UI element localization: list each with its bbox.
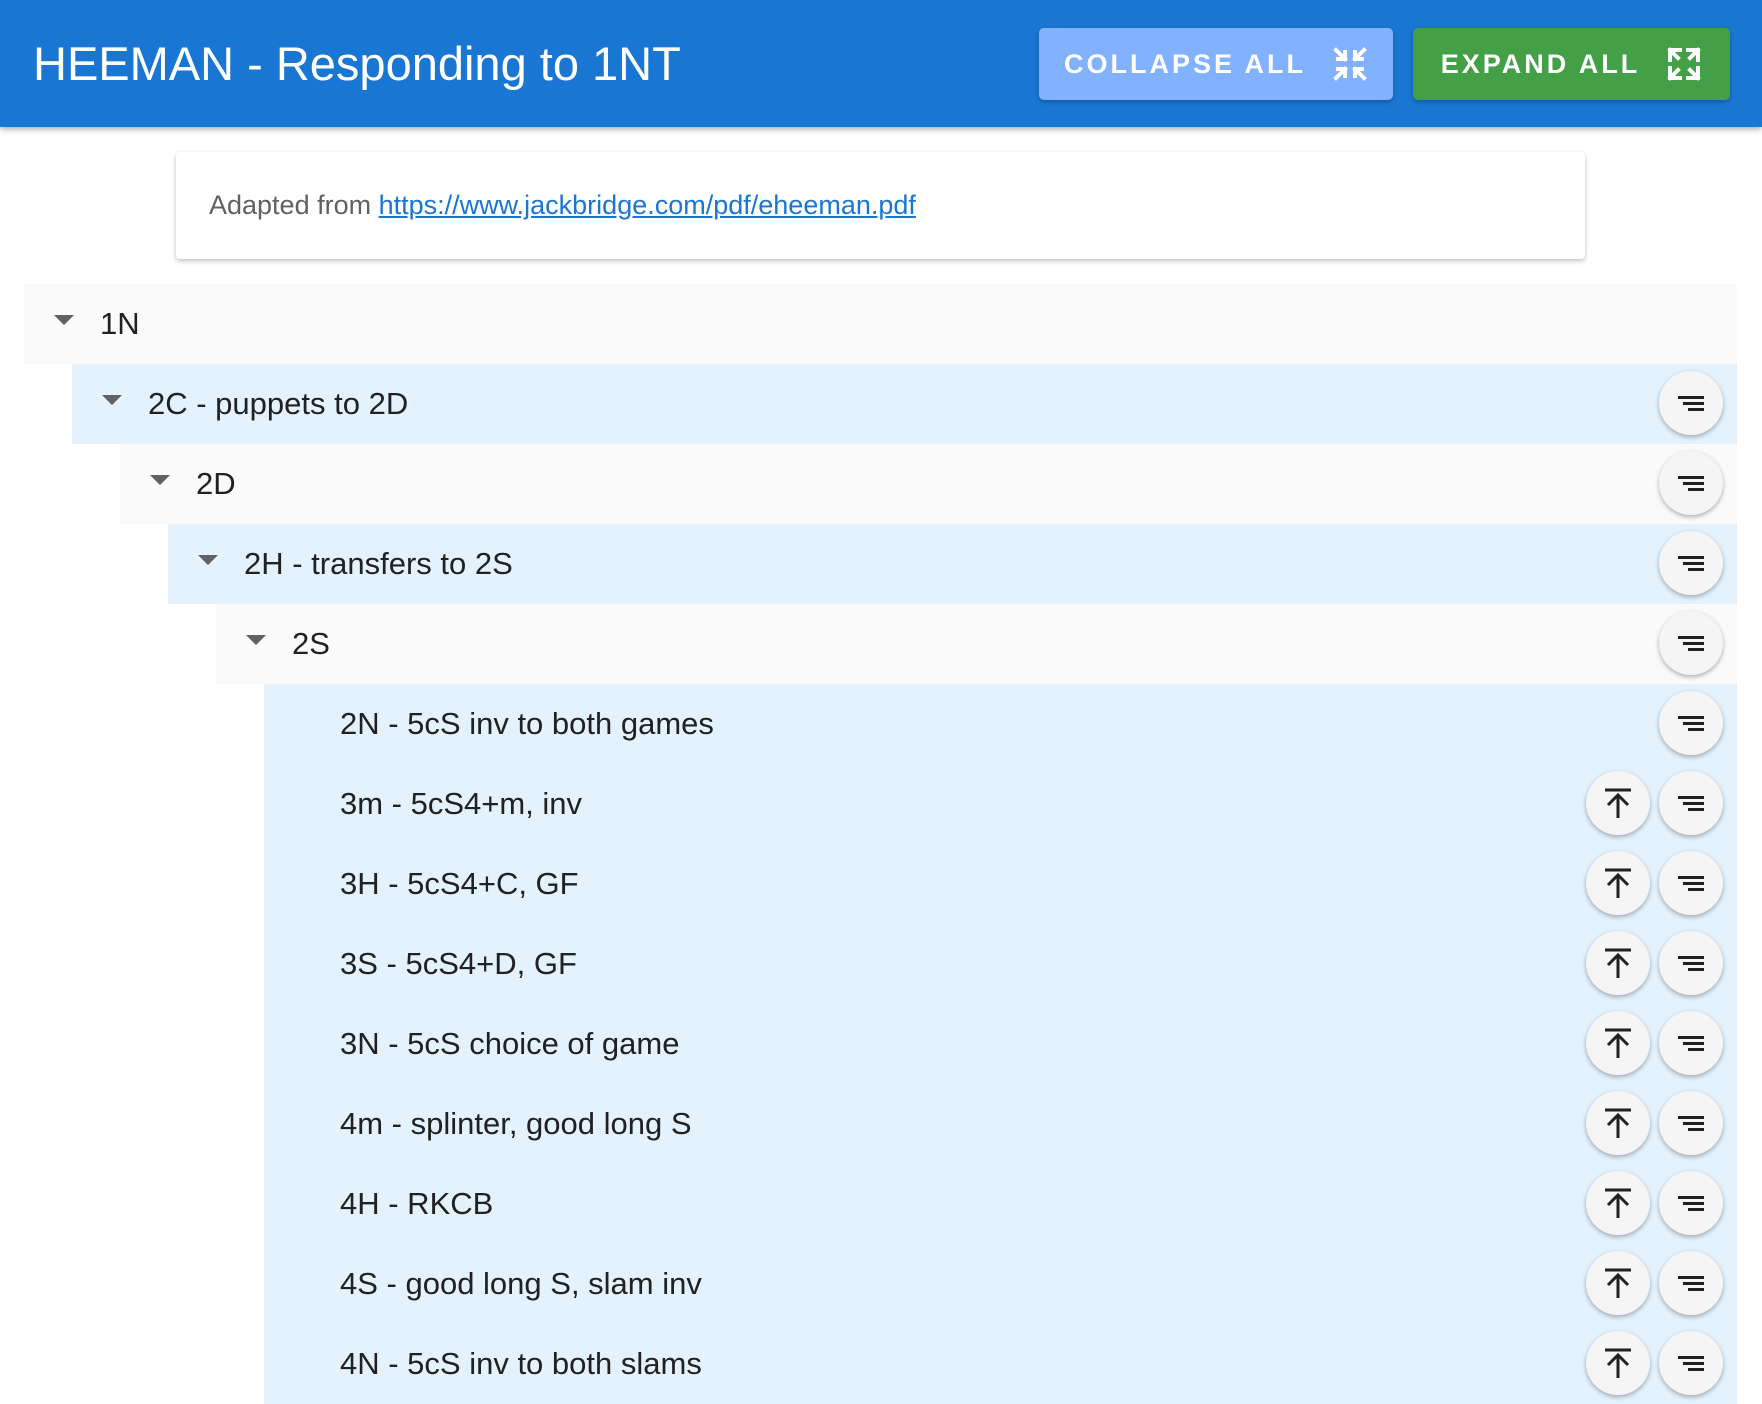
tree-row-label: 4S - good long S, slam inv	[340, 1266, 702, 1301]
tree-row[interactable]: 3S - 5cS4+D, GF	[264, 924, 1737, 1004]
tree-row-label: 2D	[196, 466, 236, 501]
row-menu-button[interactable]	[1659, 1091, 1723, 1155]
arrow-to-top-icon	[1603, 947, 1633, 979]
row-menu-button[interactable]	[1659, 771, 1723, 835]
row-menu-button[interactable]	[1659, 1011, 1723, 1075]
sort-lines-icon	[1678, 1353, 1704, 1373]
row-menu-button[interactable]	[1659, 851, 1723, 915]
tree-row-label: 4m - splinter, good long S	[340, 1106, 692, 1141]
collapse-all-label: COLLAPSE ALL	[1064, 48, 1306, 79]
arrow-to-top-icon	[1603, 1347, 1633, 1379]
tree-row-label: 3S - 5cS4+D, GF	[340, 946, 577, 981]
row-to-top-button[interactable]	[1586, 931, 1650, 995]
expand-all-button[interactable]: EXPAND ALL	[1413, 28, 1730, 100]
collapse-all-button[interactable]: COLLAPSE ALL	[1039, 28, 1393, 100]
row-menu-button[interactable]	[1659, 1331, 1723, 1395]
sort-lines-icon	[1678, 953, 1704, 973]
tree-row[interactable]: 4H - RKCB	[264, 1164, 1737, 1244]
sort-lines-icon	[1678, 1273, 1704, 1293]
collapse-arrows-icon	[1333, 47, 1367, 81]
sort-lines-icon	[1678, 1033, 1704, 1053]
caret-down-icon[interactable]	[54, 315, 74, 325]
arrow-to-top-icon	[1603, 1107, 1633, 1139]
app-header: HEEMAN - Responding to 1NT COLLAPSE ALL …	[0, 0, 1762, 127]
tree-row[interactable]: 2H - transfers to 2S	[168, 524, 1737, 604]
tree-row[interactable]: 3m - 5cS4+m, inv	[264, 764, 1737, 844]
source-prefix: Adapted from	[209, 190, 372, 220]
tree-row-label: 3H - 5cS4+C, GF	[340, 866, 579, 901]
row-to-top-button[interactable]	[1586, 1331, 1650, 1395]
row-menu-button[interactable]	[1659, 1171, 1723, 1235]
tree-row-label: 4H - RKCB	[340, 1186, 494, 1221]
tree-row[interactable]: 3N - 5cS choice of game	[264, 1004, 1737, 1084]
sort-lines-icon	[1678, 473, 1704, 493]
tree-row-label: 4N - 5cS inv to both slams	[340, 1346, 702, 1381]
row-to-top-button[interactable]	[1586, 1011, 1650, 1075]
tree-row[interactable]: 4N - 5cS inv to both slams	[264, 1324, 1737, 1404]
source-link[interactable]: https://www.jackbridge.com/pdf/eheeman.p…	[379, 190, 916, 221]
sort-lines-icon	[1678, 1193, 1704, 1213]
row-menu-button[interactable]	[1659, 531, 1723, 595]
sort-lines-icon	[1678, 713, 1704, 733]
row-menu-button[interactable]	[1659, 931, 1723, 995]
tree-row[interactable]: 4m - splinter, good long S	[264, 1084, 1737, 1164]
arrow-to-top-icon	[1603, 867, 1633, 899]
row-to-top-button[interactable]	[1586, 1091, 1650, 1155]
expand-all-label: EXPAND ALL	[1440, 48, 1641, 79]
arrow-to-top-icon	[1603, 1027, 1633, 1059]
row-to-top-button[interactable]	[1586, 771, 1650, 835]
source-info-card: Adapted from https://www.jackbridge.com/…	[176, 152, 1585, 259]
caret-down-icon[interactable]	[198, 555, 218, 565]
row-to-top-button[interactable]	[1586, 1171, 1650, 1235]
row-menu-button[interactable]	[1659, 371, 1723, 435]
sort-lines-icon	[1678, 1113, 1704, 1133]
arrow-to-top-icon	[1603, 787, 1633, 819]
arrow-to-top-icon	[1603, 1187, 1633, 1219]
row-to-top-button[interactable]	[1586, 1251, 1650, 1315]
tree-row[interactable]: 1N	[24, 284, 1737, 364]
arrow-to-top-icon	[1603, 1267, 1633, 1299]
tree-row[interactable]: 2N - 5cS inv to both games	[264, 684, 1737, 764]
tree-row[interactable]: 2C - puppets to 2D	[72, 364, 1737, 444]
sort-lines-icon	[1678, 793, 1704, 813]
tree-row-label: 2C - puppets to 2D	[148, 386, 409, 421]
tree-row-label: 2N - 5cS inv to both games	[340, 706, 714, 741]
tree-row-label: 3m - 5cS4+m, inv	[340, 786, 583, 821]
sort-lines-icon	[1678, 633, 1704, 653]
caret-down-icon[interactable]	[150, 475, 170, 485]
sort-lines-icon	[1678, 553, 1704, 573]
sort-lines-icon	[1678, 873, 1704, 893]
tree-row-label: 1N	[100, 306, 140, 341]
tree-row[interactable]: 4S - good long S, slam inv	[264, 1244, 1737, 1324]
row-menu-button[interactable]	[1659, 451, 1723, 515]
row-to-top-button[interactable]	[1586, 851, 1650, 915]
row-menu-button[interactable]	[1659, 691, 1723, 755]
tree-row[interactable]: 2D	[120, 444, 1737, 524]
tree-row[interactable]: 3H - 5cS4+C, GF	[264, 844, 1737, 924]
caret-down-icon[interactable]	[246, 635, 266, 645]
sort-lines-icon	[1678, 393, 1704, 413]
tree-row-label: 2S	[292, 626, 330, 661]
row-menu-button[interactable]	[1659, 1251, 1723, 1315]
expand-arrows-icon	[1667, 47, 1702, 81]
page-title: HEEMAN - Responding to 1NT	[33, 37, 681, 90]
tree-row-label: 2H - transfers to 2S	[244, 546, 513, 581]
row-menu-button[interactable]	[1659, 611, 1723, 675]
caret-down-icon[interactable]	[102, 395, 122, 405]
tree-row[interactable]: 2S	[216, 604, 1737, 684]
tree-row-label: 3N - 5cS choice of game	[340, 1026, 680, 1061]
